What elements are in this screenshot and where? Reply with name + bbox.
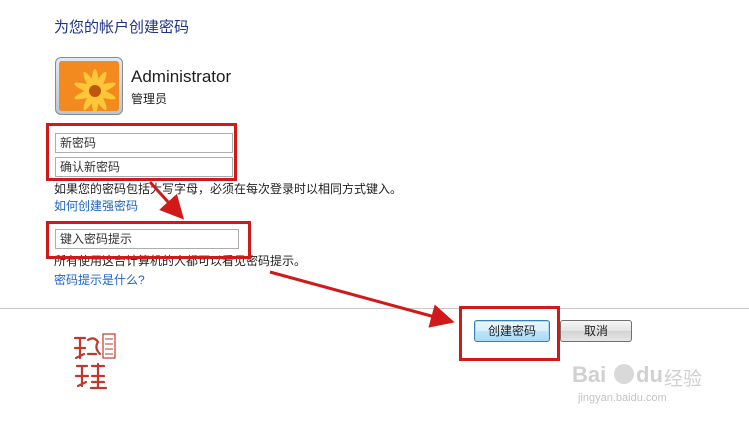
watermark-brand: Bai — [572, 362, 607, 387]
flower-avatar-icon — [59, 61, 119, 111]
watermark-url: jingyan.baidu.com — [578, 392, 667, 404]
annotation-box-passwords — [46, 123, 237, 181]
strong-password-link[interactable]: 如何创建强密码 — [54, 197, 138, 214]
hint-help-link[interactable]: 密码提示是什么? — [54, 271, 145, 288]
page-title: 为您的帐户创建密码 — [54, 19, 190, 36]
user-avatar — [55, 57, 123, 115]
seal-stamp-icon — [73, 333, 116, 390]
baidu-watermark: Bai du 经验 jingyan.baidu.com — [562, 362, 712, 404]
watermark-brand-suffix: du — [636, 362, 663, 387]
account-role: 管理员 — [131, 92, 168, 106]
watermark-cn: 经验 — [664, 369, 703, 390]
annotation-box-hint — [46, 221, 251, 259]
arrow-to-create — [269, 270, 455, 328]
account-name: Administrator — [131, 67, 232, 86]
caps-note: 如果您的密码包括大写字母，必须在每次登录时以相同方式键入。 — [54, 182, 403, 196]
paw-icon — [614, 364, 634, 384]
separator — [0, 308, 749, 309]
cancel-button[interactable]: 取消 — [560, 320, 632, 342]
annotation-box-create — [459, 306, 560, 361]
